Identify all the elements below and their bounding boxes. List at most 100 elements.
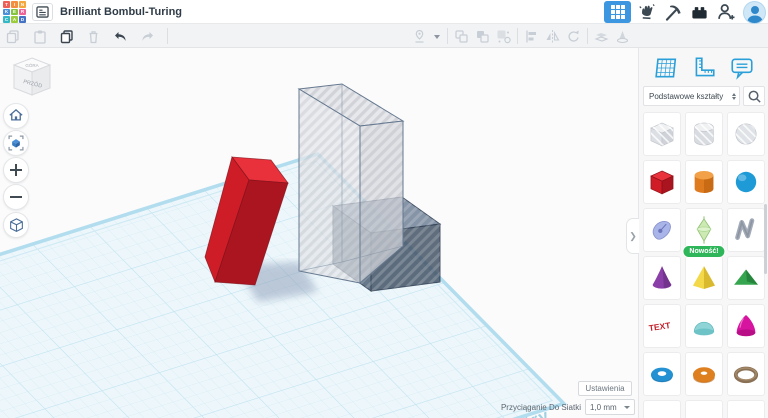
redo-icon[interactable]: [140, 29, 155, 44]
layers-icon[interactable]: [594, 29, 609, 44]
paraboloid-icon: [729, 309, 763, 343]
shape-tile-spin-top[interactable]: Nowość!: [685, 208, 723, 252]
snap-value: 1,0 mm: [590, 403, 617, 412]
undo-icon[interactable]: [113, 29, 128, 44]
spin-top-icon: [687, 213, 721, 247]
multiselect-icon[interactable]: [496, 29, 511, 44]
lego-brick-icon[interactable]: [690, 3, 709, 22]
ungroup-icon[interactable]: [475, 29, 490, 44]
notes-tool-icon[interactable]: [729, 55, 755, 81]
shape-tile-scribble[interactable]: [643, 208, 681, 252]
torus-icon: [645, 357, 679, 391]
squiggle-icon: [729, 213, 763, 247]
home-icon: [6, 106, 26, 126]
pyramid-icon: [687, 261, 721, 295]
shape-tile-torus-thick[interactable]: [685, 352, 723, 396]
blocks-view-button[interactable]: [604, 1, 631, 23]
document-menu-button[interactable]: [32, 3, 53, 21]
zoom-in-button[interactable]: [3, 157, 29, 183]
shape-tile-text[interactable]: TEXT: [643, 304, 681, 348]
logo-tile: T: [3, 1, 10, 8]
design-title[interactable]: Brilliant Bombul-Turing: [60, 0, 182, 24]
home-view-button[interactable]: [3, 103, 29, 129]
snap-value-dropdown[interactable]: 1,0 mm: [585, 399, 635, 415]
lock-icon[interactable]: [615, 29, 630, 44]
red-box-icon: [645, 165, 679, 199]
shape-tile-dome[interactable]: [685, 304, 723, 348]
shape-tile-cylinder[interactable]: [685, 160, 723, 204]
shape-tile-squiggle[interactable]: [727, 208, 765, 252]
shape-tile-cone[interactable]: [643, 256, 681, 300]
shape-tile-hole-cylinder[interactable]: [685, 112, 723, 156]
copy-icon[interactable]: [5, 29, 20, 44]
tall-hole-box[interactable]: [299, 84, 403, 283]
rotate-icon[interactable]: [566, 29, 581, 44]
list-icon: [36, 6, 49, 18]
align-icon[interactable]: [524, 29, 539, 44]
caret-down-icon[interactable]: [433, 29, 441, 44]
top-bar: TINKERCAD Brilliant Bombul-Turing: [0, 0, 768, 24]
tinkercad-logo[interactable]: TINKERCAD: [3, 1, 26, 23]
shape-tile-extra-2[interactable]: [685, 400, 723, 418]
workplane-tool-icon[interactable]: [653, 55, 679, 81]
svg-text:TEXT: TEXT: [648, 320, 672, 333]
shape-tile-roof[interactable]: [727, 256, 765, 300]
shapes-panel: Importuj Eksportuj Wyślij do: [638, 24, 768, 418]
cylinder-icon: [687, 165, 721, 199]
shape-search-button[interactable]: [743, 86, 765, 106]
toolbar-divider: [587, 28, 588, 44]
3d-scene[interactable]: [0, 48, 638, 418]
plus-icon: [8, 162, 24, 178]
shape-tile-box[interactable]: [643, 160, 681, 204]
glove-icon[interactable]: [638, 3, 657, 22]
chevron-right-icon: ❯: [629, 231, 637, 242]
pickaxe-icon[interactable]: [664, 3, 683, 22]
shape-tile-extra-1[interactable]: [643, 400, 681, 418]
perspective-toggle-button[interactable]: [3, 212, 29, 238]
paste-icon[interactable]: [32, 29, 47, 44]
new-badge: Nowość!: [682, 245, 725, 258]
settings-button[interactable]: Ustawienia: [578, 381, 632, 396]
3d-viewport[interactable]: Milimetry: [0, 48, 638, 418]
logo-tile: E: [11, 9, 18, 16]
panel-scrollbar[interactable]: [764, 204, 767, 274]
logo-tile: D: [19, 16, 26, 23]
toolbar-divider: [447, 28, 448, 44]
shape-tile-sphere[interactable]: [727, 160, 765, 204]
dropdown-arrows-icon: [732, 93, 736, 100]
shape-tile-hole-box[interactable]: [643, 112, 681, 156]
tinkercad-app: Milimetry GÓRA PRZÓD: [0, 0, 768, 418]
search-icon: [747, 89, 762, 104]
hole-cylinder-icon: [687, 117, 721, 151]
avatar-person-icon: [744, 2, 766, 24]
duplicate-icon[interactable]: [59, 29, 74, 44]
cone-icon: [645, 261, 679, 295]
shape-tile-extra-3[interactable]: [727, 400, 765, 418]
shape-icon: [729, 405, 763, 418]
fit-view-button[interactable]: [3, 130, 29, 156]
shape-icon: [645, 405, 679, 418]
group-icon[interactable]: [454, 29, 469, 44]
sphere-icon: [729, 165, 763, 199]
delete-icon[interactable]: [86, 29, 101, 44]
shape-tile-torus[interactable]: [643, 352, 681, 396]
viewcube-top-label[interactable]: GÓRA: [25, 62, 38, 68]
shape-category-dropdown[interactable]: Podstawowe kształty: [643, 86, 740, 106]
workplane-pin-icon[interactable]: [412, 29, 427, 44]
ruler-tool-icon[interactable]: [691, 55, 717, 81]
view-cube[interactable]: GÓRA PRZÓD: [8, 54, 56, 102]
panel-collapse-tab[interactable]: ❯: [626, 218, 639, 254]
mirror-icon[interactable]: [545, 29, 560, 44]
zoom-out-button[interactable]: [3, 184, 29, 210]
edit-toolbar: [0, 24, 768, 48]
shape-tile-pyramid[interactable]: [685, 256, 723, 300]
logo-tile: I: [11, 1, 18, 8]
shape-tile-hole-sphere[interactable]: [727, 112, 765, 156]
shape-tile-paraboloid[interactable]: [727, 304, 765, 348]
minus-icon: [8, 189, 24, 205]
user-avatar[interactable]: [743, 1, 766, 24]
person-add-icon[interactable]: [716, 2, 736, 22]
logo-tile: N: [19, 1, 26, 8]
shape-tile-ring[interactable]: [727, 352, 765, 396]
ring-icon: [729, 357, 763, 391]
